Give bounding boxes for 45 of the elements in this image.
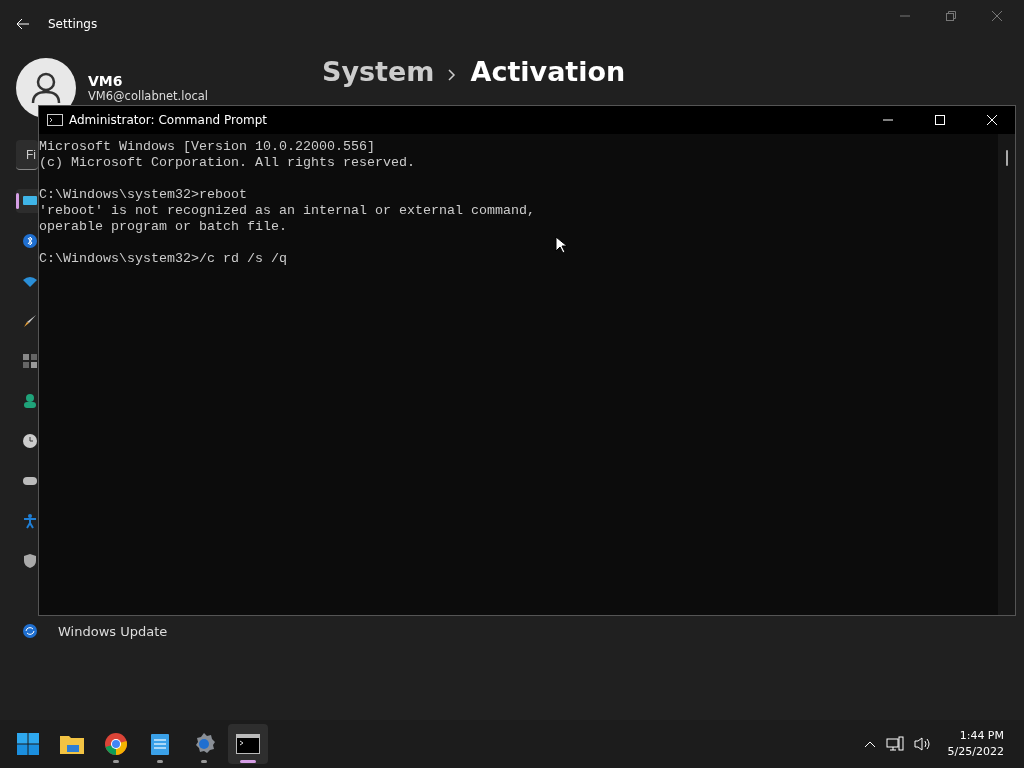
accessibility-icon: [22, 513, 38, 529]
windows-logo-icon: [16, 732, 40, 756]
back-arrow-icon[interactable]: [16, 18, 30, 30]
terminal-icon: [47, 114, 63, 126]
person-icon: [31, 72, 61, 104]
user-email: VM6@collabnet.local: [88, 89, 209, 103]
console-line: C:\Windows\system32>reboot: [39, 187, 247, 203]
bluetooth-icon: [22, 233, 38, 249]
sidebar-item[interactable]: [16, 189, 38, 213]
taskbar-app[interactable]: [228, 724, 268, 764]
sidebar-item[interactable]: Windows Update: [16, 619, 168, 643]
breadcrumb-item: Activation: [470, 56, 626, 87]
console-line: 'reboot' is not recognized as an internal or external command,: [39, 203, 535, 219]
folder-icon: [59, 733, 85, 755]
terminal-icon: [236, 734, 260, 754]
network-icon[interactable]: [885, 736, 904, 752]
brush-icon: [22, 313, 38, 329]
close-icon: [987, 115, 997, 125]
console-line: (c) Microsoft Corporation. All rights reserved.: [39, 155, 415, 171]
notepad-icon: [150, 732, 170, 756]
search-field[interactable]: Fi: [16, 140, 38, 170]
maximize-icon: [935, 115, 945, 125]
refresh-icon: [22, 623, 38, 639]
cursor-icon: [555, 236, 567, 254]
user-name: VM6: [88, 73, 124, 89]
browser-icon: [104, 732, 128, 756]
console-line: C:\Windows\system32>/c rd /s /q: [39, 251, 287, 267]
window-title: Administrator: Command Prompt: [69, 113, 268, 127]
date-text: 5/25/2022: [947, 744, 1004, 760]
window-title: Settings: [48, 17, 98, 31]
console-line: operable program or batch file.: [39, 219, 287, 235]
console-line: Microsoft Windows [Version 10.0.22000.556]: [39, 139, 375, 155]
clock[interactable]: 1:44 PM 5/25/2022: [941, 728, 1016, 760]
shield-icon: [22, 553, 38, 569]
clock-icon: [22, 433, 38, 449]
chevron-up-icon[interactable]: [863, 740, 876, 748]
close-icon: [992, 11, 1002, 21]
restore-icon: [946, 11, 956, 21]
apps-icon: [22, 353, 38, 369]
sidebar-label: Windows Update: [58, 623, 168, 639]
speaker-icon[interactable]: [913, 736, 932, 752]
person-icon: [22, 393, 38, 409]
time-text: 1:44 PM: [959, 728, 1004, 744]
breadcrumb-item[interactable]: System: [322, 56, 435, 87]
chevron-right-icon: [448, 69, 457, 81]
